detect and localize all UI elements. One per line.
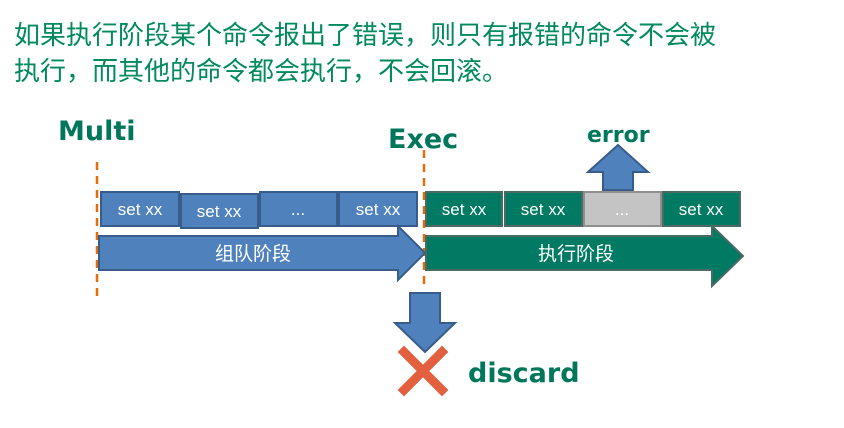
error-up-arrow bbox=[585, 143, 651, 191]
queue-command-boxes: set xx set xx ... set xx bbox=[100, 191, 418, 229]
queue-command-label: set xx bbox=[197, 202, 242, 221]
exec-command-label: set xx bbox=[442, 200, 487, 219]
queue-command-label: set xx bbox=[356, 200, 401, 219]
exec-label: Exec bbox=[388, 124, 458, 155]
queue-phase-label: 组队阶段 bbox=[215, 243, 291, 265]
discard-label: discard bbox=[468, 358, 580, 389]
exec-command-label: ... bbox=[615, 200, 629, 219]
exec-phase-label: 执行阶段 bbox=[538, 243, 614, 265]
exec-command-boxes: set xx set xx ... set xx bbox=[425, 191, 741, 227]
queue-command-label: set xx bbox=[118, 200, 163, 219]
exec-command-label: set xx bbox=[521, 200, 566, 219]
discard-cross-icon bbox=[397, 345, 449, 397]
exec-command-label: set xx bbox=[679, 200, 724, 219]
discard-down-arrow bbox=[392, 292, 458, 354]
multi-exec-diagram: Multi Exec error discard set xx set xx .… bbox=[58, 116, 745, 397]
multi-label: Multi bbox=[58, 116, 136, 147]
queue-command-label: ... bbox=[291, 200, 305, 219]
